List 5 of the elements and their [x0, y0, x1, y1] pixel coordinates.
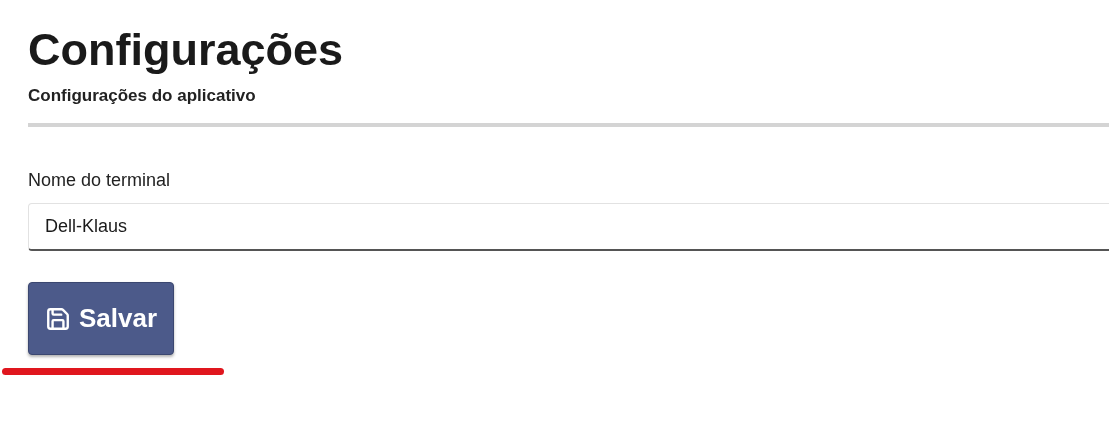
field-label: Nome do terminal — [28, 170, 172, 191]
page-title: Configurações — [28, 24, 345, 76]
terminal-name-field[interactable]: Dell-Klaus — [28, 203, 1109, 251]
save-button[interactable]: Salvar — [28, 282, 175, 355]
page-subtitle: Configurações do aplicativo — [28, 86, 257, 106]
